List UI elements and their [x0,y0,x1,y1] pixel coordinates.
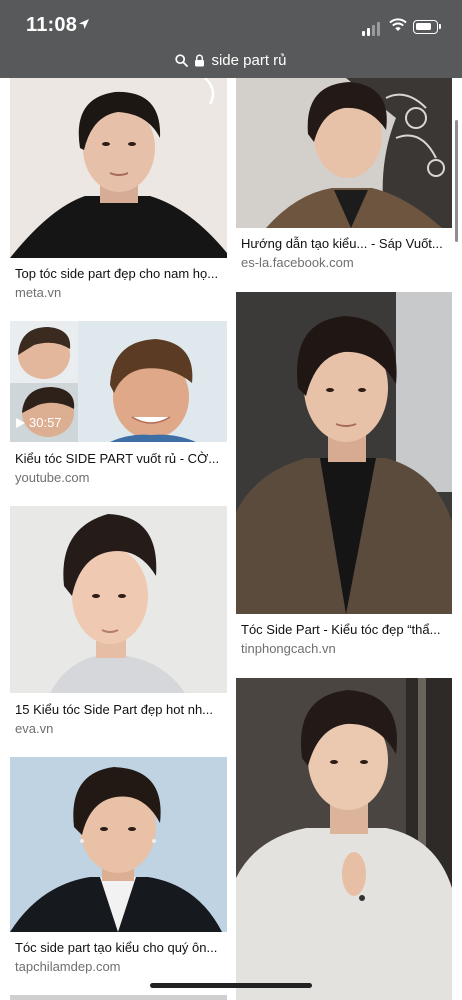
result-thumbnail [10,78,227,258]
result-source: tinphongcach.vn [241,641,336,656]
image-result[interactable] [236,678,452,1000]
result-source: tapchilamdep.com [15,959,121,974]
result-source: eva.vn [15,721,54,736]
wifi-icon [389,18,407,31]
lock-icon [195,54,205,66]
result-thumbnail [236,678,452,1000]
result-thumbnail [10,757,227,932]
image-result[interactable]: Hướng dẫn tạo kiểu... - Sáp Vuốt... es-l… [236,78,452,278]
image-result[interactable]: 30:57 Kiểu tóc SIDE PART vuốt rủ - CỜ...… [10,321,227,491]
home-indicator[interactable] [150,983,312,988]
image-result[interactable]: Tóc Side Part - Kiểu tóc đẹp “thẩ... tin… [236,292,452,667]
video-duration: 30:57 [16,415,62,430]
result-caption: 15 Kiểu tóc Side Part đẹp hot nh... [15,702,214,717]
result-source: meta.vn [15,285,62,300]
scrollbar[interactable] [455,120,458,242]
result-caption: Hướng dẫn tạo kiểu... - Sáp Vuốt... [241,236,443,251]
image-result[interactable]: 15 Kiểu tóc Side Part đẹp hot nh... eva.… [10,506,227,738]
battery-icon [413,20,441,34]
image-result[interactable]: Tóc side part tạo kiểu cho quý ôn... tap… [10,757,227,979]
cellular-signal-icon [362,22,382,36]
image-result[interactable]: Top tóc side part đẹp cho nam họ... meta… [10,78,227,308]
address-bar[interactable]: side part rủ [0,49,462,71]
address-query: side part rủ [211,51,287,69]
duration-text: 30:57 [29,415,62,430]
result-thumbnail [10,506,227,693]
result-thumbnail [236,78,452,228]
result-source: youtube.com [15,470,90,485]
location-arrow-icon [79,19,89,29]
result-caption: Tóc Side Part - Kiểu tóc đẹp “thẩ... [241,622,441,637]
image-result-partial[interactable] [10,995,227,1000]
result-caption: Tóc side part tạo kiểu cho quý ôn... [15,940,218,955]
status-time: 11:08 [26,14,78,36]
search-icon [175,53,189,67]
result-caption: Top tóc side part đẹp cho nam họ... [15,266,219,281]
browser-header: 11:08 side part rủ [0,0,462,78]
play-icon [16,417,25,428]
result-thumbnail [236,292,452,614]
result-caption: Kiểu tóc SIDE PART vuốt rủ - CỜ... [15,451,220,466]
result-source: es-la.facebook.com [241,255,354,270]
